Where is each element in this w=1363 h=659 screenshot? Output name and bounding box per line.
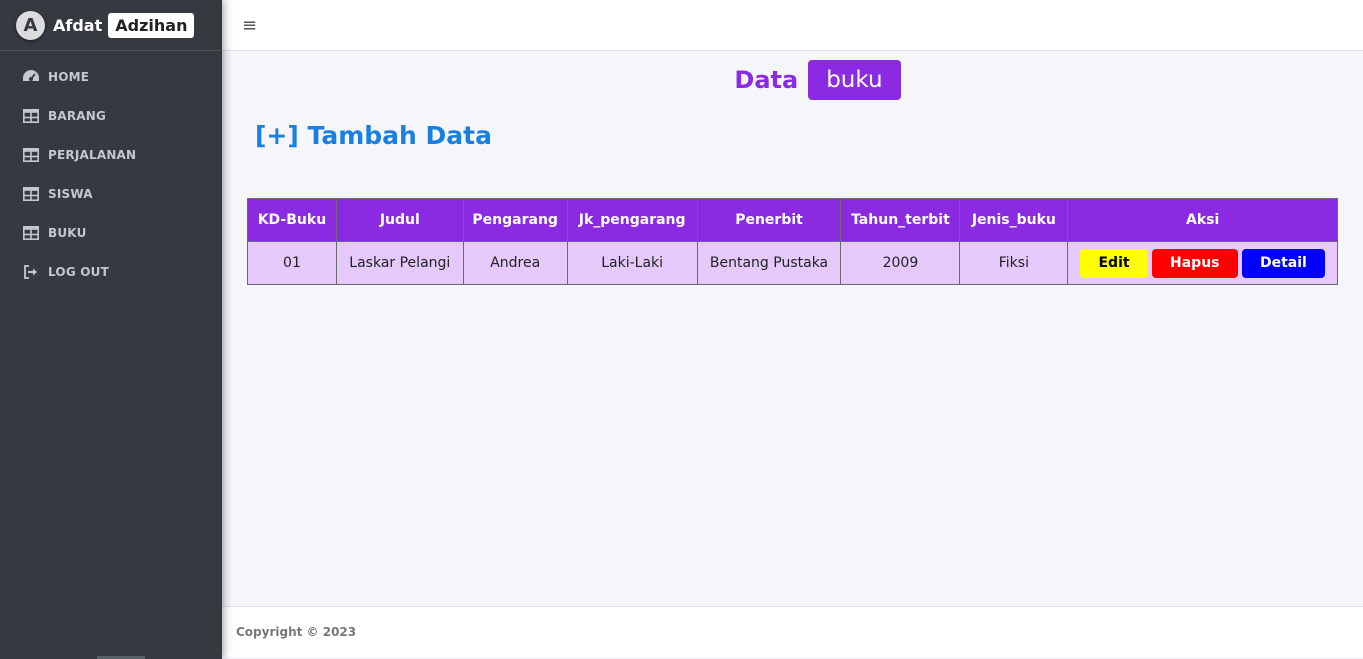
main-content: Data buku [+] Tambah Data KD-Buku Judul … (222, 51, 1363, 606)
column-header: Aksi (1067, 198, 1338, 242)
table-cell: Laskar Pelangi (335, 241, 464, 285)
add-data-link[interactable]: [+] Tambah Data (255, 121, 492, 150)
sidebar-item-logout[interactable]: LOG OUT (0, 252, 222, 291)
column-header: Jenis_buku (959, 198, 1069, 242)
page-title-badge: buku (808, 60, 901, 100)
sidebar-item-home[interactable]: HOME (0, 57, 222, 96)
copyright-text: Copyright © 2023 (236, 625, 357, 639)
table-icon (22, 146, 40, 164)
table-icon (22, 107, 40, 125)
table-cell: Bentang Pustaka (696, 241, 842, 285)
table-cell: Laki-Laki (566, 241, 698, 285)
brand-name: Afdat (53, 15, 103, 35)
column-header: Tahun_terbit (840, 198, 961, 242)
table-row: 01 Laskar Pelangi Andrea Laki-Laki Benta… (247, 241, 1338, 285)
logout-icon (22, 263, 40, 281)
column-header: KD-Buku (247, 198, 337, 242)
sidebar-item-label: SISWA (48, 186, 93, 201)
sidebar-item-label: BUKU (48, 225, 87, 240)
detail-button[interactable]: Detail (1241, 248, 1325, 278)
page-title-text: Data (734, 66, 799, 94)
brand[interactable]: A Afdat Adzihan (0, 0, 222, 51)
sidebar-item-label: LOG OUT (48, 264, 109, 279)
brand-badge: Adzihan (108, 12, 195, 38)
sidebar-item-label: PERJALANAN (48, 147, 137, 162)
table-icon (22, 224, 40, 242)
table-header-row: KD-Buku Judul Pengarang Jk_pengarang Pen… (247, 198, 1338, 242)
sidebar-item-label: HOME (48, 69, 90, 84)
sidebar-item-siswa[interactable]: SISWA (0, 174, 222, 213)
table-cell: 2009 (840, 241, 961, 285)
data-table: KD-Buku Judul Pengarang Jk_pengarang Pen… (247, 198, 1338, 285)
page-title: Data buku (222, 60, 1363, 100)
sidebar-nav: HOME BARANG PERJALANAN SISWA BUKU LOG OU… (0, 51, 222, 291)
hamburger-icon[interactable]: ≡ (242, 15, 258, 36)
table-cell: Fiksi (959, 241, 1069, 285)
column-header: Jk_pengarang (566, 198, 698, 242)
sidebar: A Afdat Adzihan HOME BARANG PERJALANAN S… (0, 0, 222, 659)
sidebar-item-perjalanan[interactable]: PERJALANAN (0, 135, 222, 174)
dashboard-icon (22, 68, 40, 86)
table-icon (22, 185, 40, 203)
delete-button[interactable]: Hapus (1152, 248, 1238, 278)
sidebar-item-barang[interactable]: BARANG (0, 96, 222, 135)
brand-logo-icon: A (16, 10, 45, 40)
table-cell: Andrea (462, 241, 568, 285)
action-cell: Edit Hapus Detail (1067, 241, 1338, 285)
sidebar-item-buku[interactable]: BUKU (0, 213, 222, 252)
top-navbar: ≡ (222, 0, 1363, 51)
footer: Copyright © 2023 (222, 606, 1363, 657)
sidebar-item-label: BARANG (48, 108, 107, 123)
edit-button[interactable]: Edit (1080, 248, 1148, 278)
table-cell: 01 (247, 241, 337, 285)
column-header: Judul (335, 198, 464, 242)
column-header: Pengarang (462, 198, 568, 242)
column-header: Penerbit (696, 198, 842, 242)
